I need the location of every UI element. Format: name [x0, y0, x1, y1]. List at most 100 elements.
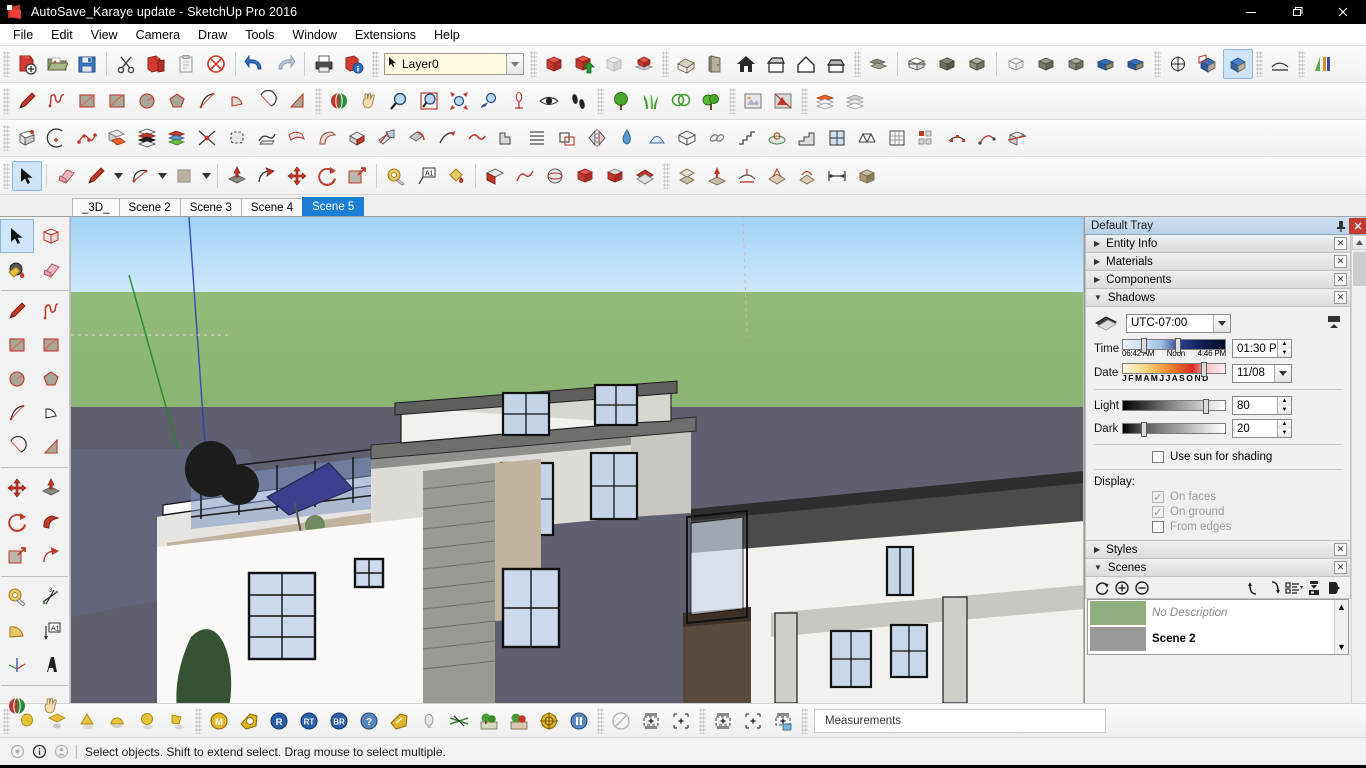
rotated-rectangle-icon[interactable] [102, 86, 132, 116]
new-document-icon[interactable] [12, 49, 42, 79]
mesh-icon[interactable] [672, 123, 702, 153]
axis-colors-icon[interactable] [1307, 49, 1337, 79]
chevron-down-icon[interactable] [506, 54, 523, 74]
door-view-icon[interactable] [701, 49, 731, 79]
dome-shadow-icon[interactable] [102, 706, 132, 736]
component-add-plus-icon[interactable] [636, 706, 666, 736]
scene-tab-3[interactable]: Scene 3 [179, 198, 242, 216]
chevron-up-icon[interactable] [1351, 235, 1366, 250]
rounded-corner-icon[interactable] [222, 123, 252, 153]
home-front-icon[interactable] [731, 49, 761, 79]
add-scene-icon[interactable] [1112, 578, 1132, 598]
pin-icon[interactable] [1333, 218, 1349, 234]
undo-arrow-icon[interactable] [240, 49, 270, 79]
date-slider-thumb[interactable] [1201, 362, 1207, 377]
spinner-arrows-icon[interactable]: ▲ ▼ [1277, 340, 1291, 357]
component-plus-icon[interactable] [666, 706, 696, 736]
vray-material-editor-icon[interactable]: M [204, 706, 234, 736]
chevron-down-icon[interactable]: ▼ [1337, 642, 1346, 654]
sphere-shadow-icon[interactable] [132, 706, 162, 736]
sandbox-from-scratch-icon[interactable] [630, 161, 660, 191]
walk-footsteps-icon[interactable] [564, 86, 594, 116]
maximize-button[interactable] [1274, 0, 1320, 24]
solid-cut-icon[interactable] [852, 161, 882, 191]
pan-orbit-icon[interactable] [1091, 49, 1121, 79]
toolbar-grip[interactable] [729, 88, 736, 114]
push-pull-icon[interactable] [222, 161, 252, 191]
paint-bucket-icon[interactable] [0, 253, 34, 287]
shadow-plane-icon[interactable] [42, 706, 72, 736]
scene-tab-3d[interactable]: _3D_ [72, 198, 120, 216]
toolbar-grip[interactable] [1154, 51, 1161, 77]
dimension-icon[interactable]: 3 [34, 580, 68, 614]
window-maker-icon[interactable] [822, 123, 852, 153]
box-unfold-icon[interactable] [342, 123, 372, 153]
tape-measure-icon[interactable] [0, 580, 34, 614]
spinner-arrows-icon[interactable]: ▲ ▼ [1277, 420, 1291, 437]
arc-tool-icon[interactable] [125, 161, 155, 191]
no-symbol-icon[interactable] [606, 706, 636, 736]
rectangle-icon[interactable] [0, 328, 34, 362]
menu-item-view[interactable]: View [82, 25, 127, 45]
offset-icon[interactable] [34, 539, 68, 573]
tape-measure-icon[interactable] [381, 161, 411, 191]
interact-icon[interactable] [600, 161, 630, 191]
xray-icon[interactable] [1001, 49, 1031, 79]
toolbar-grip[interactable] [1298, 51, 1305, 77]
dimension-icon[interactable] [822, 161, 852, 191]
layer-orange-icon[interactable] [810, 86, 840, 116]
toolbar-grip[interactable] [315, 88, 322, 114]
component-add-plus2-icon[interactable] [708, 706, 738, 736]
drop-icon[interactable] [612, 123, 642, 153]
dynamic-component-icon[interactable] [570, 161, 600, 191]
paste-icon[interactable] [171, 49, 201, 79]
shadow-toggle-icon[interactable] [1094, 313, 1126, 333]
push-pull-plugin-icon[interactable] [12, 123, 42, 153]
vray-proxy-icon[interactable] [474, 706, 504, 736]
pencil-line-icon[interactable] [0, 294, 34, 328]
panel-scenes[interactable]: ▼ Scenes ✕ [1085, 559, 1351, 577]
menu-item-window[interactable]: Window [283, 25, 345, 45]
close-icon[interactable]: ✕ [1334, 273, 1347, 286]
rotate-icon[interactable] [312, 161, 342, 191]
solid-tools-icon[interactable] [102, 123, 132, 153]
menu-item-draw[interactable]: Draw [189, 25, 236, 45]
truss-icon[interactable] [852, 123, 882, 153]
toolbar-grip[interactable] [662, 51, 669, 77]
chevron-down-icon[interactable] [1274, 364, 1291, 382]
drape-icon[interactable] [732, 161, 762, 191]
copy-icon[interactable] [141, 49, 171, 79]
component-save-plus-icon[interactable] [768, 706, 798, 736]
chevron-down-icon[interactable] [1213, 314, 1230, 332]
chain-icon[interactable] [702, 123, 732, 153]
vray-pause-icon[interactable] [564, 706, 594, 736]
model-info-icon[interactable] [339, 49, 369, 79]
use-sun-checkbox[interactable] [1152, 451, 1164, 463]
shape-bender-icon[interactable] [252, 123, 282, 153]
sun-sphere-icon[interactable] [12, 706, 42, 736]
pie-arc-icon[interactable] [222, 86, 252, 116]
toolbar-grip[interactable] [3, 125, 10, 151]
three-point-arc-icon[interactable] [34, 430, 68, 464]
fredo-scale-icon[interactable] [552, 123, 582, 153]
partial-shadow-icon[interactable] [162, 706, 192, 736]
vray-batch-render-icon[interactable]: BR [324, 706, 354, 736]
component-stringer-icon[interactable] [732, 123, 762, 153]
close-button[interactable] [1320, 0, 1366, 24]
arc-icon[interactable] [192, 86, 222, 116]
zoom-magnifier-icon[interactable] [384, 86, 414, 116]
tools-on-surface-icon[interactable] [762, 123, 792, 153]
move-scene-up-icon[interactable] [1244, 578, 1264, 598]
vray-light-icon[interactable] [414, 706, 444, 736]
rail-clone-icon[interactable] [942, 123, 972, 153]
toolbar-grip[interactable] [801, 707, 808, 734]
component-red-icon[interactable] [629, 49, 659, 79]
protractor-icon[interactable] [0, 614, 34, 648]
zoom-extents-icon[interactable] [444, 86, 474, 116]
parallel-projection-icon[interactable] [1163, 49, 1193, 79]
menu-item-help[interactable]: Help [425, 25, 469, 45]
menu-item-tools[interactable]: Tools [236, 25, 283, 45]
pencil-icon[interactable] [81, 161, 111, 191]
move-icon[interactable] [0, 471, 34, 505]
curve-extrude-icon[interactable] [432, 123, 462, 153]
